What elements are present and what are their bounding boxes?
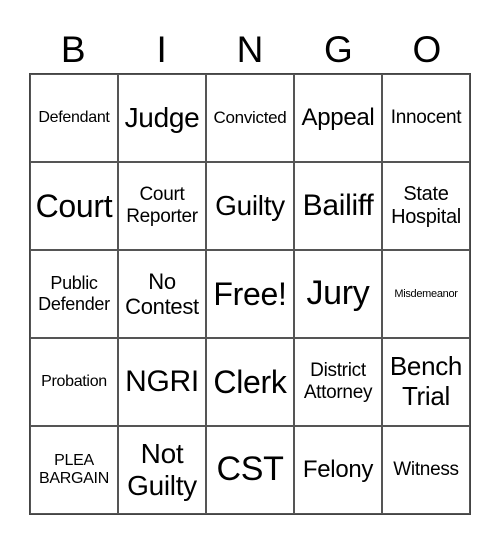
bingo-cell[interactable]: Witness xyxy=(382,426,470,514)
bingo-cell[interactable]: NGRI xyxy=(118,338,206,426)
bingo-cell[interactable]: State Hospital xyxy=(382,162,470,250)
header-letter-i: I xyxy=(156,29,167,70)
bingo-cell[interactable]: Court xyxy=(30,162,118,250)
header-letter-o: O xyxy=(412,29,442,70)
bingo-cell[interactable]: Appeal xyxy=(294,74,382,162)
bingo-cell[interactable]: District Attorney xyxy=(294,338,382,426)
bingo-cell[interactable]: Free! xyxy=(206,250,294,338)
header-letter-b: B xyxy=(60,29,86,70)
bingo-cell[interactable]: Bailiff xyxy=(294,162,382,250)
header-letter-n: N xyxy=(236,29,264,70)
bingo-cell[interactable]: PLEA BARGAIN xyxy=(30,426,118,514)
bingo-header: B I N G O xyxy=(29,28,471,72)
bingo-cell[interactable]: Bench Trial xyxy=(382,338,470,426)
bingo-cell[interactable]: Court Reporter xyxy=(118,162,206,250)
bingo-cell[interactable]: Probation xyxy=(30,338,118,426)
header-letter-g: G xyxy=(324,29,353,70)
bingo-cell[interactable]: Defendant xyxy=(30,74,118,162)
bingo-cell[interactable]: Judge xyxy=(118,74,206,162)
bingo-grid: Defendant Judge Convicted Appeal Innocent Cou… xyxy=(29,73,471,515)
bingo-cell[interactable]: No Contest xyxy=(118,250,206,338)
bingo-cell[interactable]: Misdemeanor xyxy=(382,250,470,338)
bingo-cell[interactable]: Public Defender xyxy=(30,250,118,338)
bingo-cell[interactable]: Convicted xyxy=(206,74,294,162)
bingo-cell[interactable]: Not Guilty xyxy=(118,426,206,514)
bingo-cell[interactable]: Felony xyxy=(294,426,382,514)
bingo-cell[interactable]: Jury xyxy=(294,250,382,338)
bingo-cell[interactable]: CST xyxy=(206,426,294,514)
bingo-cell[interactable]: Clerk xyxy=(206,338,294,426)
bingo-cell[interactable]: Innocent xyxy=(382,74,470,162)
bingo-cell[interactable]: Guilty xyxy=(206,162,294,250)
